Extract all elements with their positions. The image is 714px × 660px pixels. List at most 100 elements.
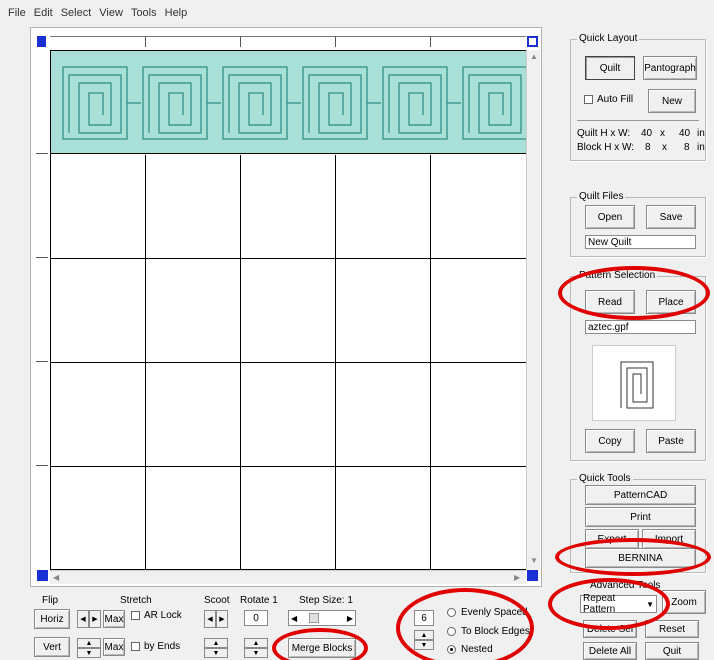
open-button[interactable]: Open xyxy=(585,205,635,229)
delete-sel-button[interactable]: Delete Sel xyxy=(583,620,637,638)
grid-block[interactable] xyxy=(146,467,241,569)
menu-tools[interactable]: Tools xyxy=(127,7,161,19)
import-button[interactable]: Import xyxy=(642,529,696,549)
scroll-down-icon[interactable]: ▼ xyxy=(530,556,538,565)
flip-vert-button[interactable]: Vert xyxy=(34,637,70,657)
scoot-right-icon[interactable]: ▶ xyxy=(216,610,228,628)
grid-block[interactable] xyxy=(51,467,146,569)
grid-block[interactable] xyxy=(431,259,526,363)
grid-block[interactable] xyxy=(51,259,146,363)
ruler-marker-bottom-left[interactable] xyxy=(37,570,48,581)
grid-block[interactable] xyxy=(336,467,431,569)
autofill-checkbox[interactable] xyxy=(584,95,593,104)
new-button[interactable]: New xyxy=(648,89,696,113)
rotate-up-icon[interactable]: ▲ xyxy=(244,638,268,648)
ruler-marker-bottom-right[interactable] xyxy=(527,570,538,581)
merge-blocks-button[interactable]: Merge Blocks xyxy=(288,638,356,658)
print-button[interactable]: Print xyxy=(585,507,696,527)
scoot-label: Scoot xyxy=(204,595,230,606)
ruler-tick xyxy=(335,37,336,47)
to-block-edges-label: To Block Edges xyxy=(461,626,530,637)
stretch-max-h-button[interactable]: Max xyxy=(103,610,125,628)
repeat-pattern-dropdown[interactable]: Repeat Pattern ▼ xyxy=(580,593,657,615)
stretch-right-icon[interactable]: ▶ xyxy=(89,610,101,628)
reset-button[interactable]: Reset xyxy=(645,620,699,638)
grid-block[interactable] xyxy=(146,259,241,363)
block-hw-label: Block H x W: xyxy=(577,142,635,153)
step-size-slider[interactable]: ◀ ▶ xyxy=(288,610,356,626)
grid-block[interactable] xyxy=(146,155,241,259)
save-button[interactable]: Save xyxy=(646,205,696,229)
quilt-grid[interactable] xyxy=(50,50,542,570)
scoot-down-icon[interactable]: ▼ xyxy=(204,648,228,658)
grid-block[interactable] xyxy=(241,467,336,569)
place-button[interactable]: Place xyxy=(646,290,696,314)
menu-file[interactable]: File xyxy=(4,7,30,19)
slider-thumb[interactable] xyxy=(309,613,319,623)
block-w-value: 8 xyxy=(684,142,690,153)
delete-all-button[interactable]: Delete All xyxy=(583,642,637,660)
count-value-field[interactable]: 6 xyxy=(414,610,434,626)
grid-block[interactable] xyxy=(431,363,526,467)
slider-right-icon[interactable]: ▶ xyxy=(347,614,353,623)
copy-button[interactable]: Copy xyxy=(585,429,635,453)
menu-edit[interactable]: Edit xyxy=(30,7,57,19)
patterncad-button[interactable]: PatternCAD xyxy=(585,485,696,505)
block-x-sep: x xyxy=(662,142,667,153)
count-up-icon[interactable]: ▲ xyxy=(414,630,434,640)
stretch-down-icon[interactable]: ▼ xyxy=(77,648,101,658)
quilt-x-sep: x xyxy=(660,128,665,139)
evenly-spaced-radio[interactable] xyxy=(447,608,456,617)
rotate-label: Rotate 1 xyxy=(240,595,278,606)
read-button[interactable]: Read xyxy=(585,290,635,314)
count-down-icon[interactable]: ▼ xyxy=(414,640,434,650)
grid-block[interactable] xyxy=(51,155,146,259)
autofill-label: Auto Fill xyxy=(597,94,634,105)
pattern-filename-field[interactable]: aztec.gpf xyxy=(585,320,696,334)
grid-block[interactable] xyxy=(336,363,431,467)
scroll-right-icon[interactable]: ▶ xyxy=(514,573,520,582)
grid-block[interactable] xyxy=(241,155,336,259)
zoom-button[interactable]: Zoom xyxy=(662,590,706,614)
quilt-button[interactable]: Quilt xyxy=(585,56,635,80)
quilt-filename-field[interactable]: New Quilt xyxy=(585,235,696,249)
ar-lock-checkbox[interactable] xyxy=(131,611,140,620)
menu-select[interactable]: Select xyxy=(57,7,96,19)
pattern-border-row[interactable] xyxy=(51,51,542,154)
quilt-hw-label: Quilt H x W: xyxy=(577,128,631,139)
to-block-edges-radio[interactable] xyxy=(447,627,456,636)
grid-block[interactable] xyxy=(336,259,431,363)
slider-left-icon[interactable]: ◀ xyxy=(291,614,297,623)
quit-button[interactable]: Quit xyxy=(645,642,699,660)
rotate-value-field[interactable]: 0 xyxy=(244,610,268,626)
flip-horiz-button[interactable]: Horiz xyxy=(34,609,70,629)
scoot-left-icon[interactable]: ◀ xyxy=(204,610,216,628)
menu-view[interactable]: View xyxy=(95,7,127,19)
scoot-up-icon[interactable]: ▲ xyxy=(204,638,228,648)
stretch-left-icon[interactable]: ◀ xyxy=(77,610,89,628)
vertical-scrollbar[interactable]: ▲ ▼ xyxy=(526,50,540,570)
ruler-marker-top-left[interactable] xyxy=(37,36,46,47)
menu-help[interactable]: Help xyxy=(161,7,192,19)
grid-block[interactable] xyxy=(431,155,526,259)
scroll-up-icon[interactable]: ▲ xyxy=(530,52,538,61)
paste-button[interactable]: Paste xyxy=(646,429,696,453)
grid-block[interactable] xyxy=(336,155,431,259)
horizontal-scrollbar[interactable]: ◀ ▶ xyxy=(50,570,526,584)
by-ends-checkbox[interactable] xyxy=(131,642,140,651)
by-ends-label: by Ends xyxy=(144,641,181,652)
ruler-marker-top-right[interactable] xyxy=(527,36,538,47)
bernina-button[interactable]: BERNINA xyxy=(585,548,696,568)
grid-block[interactable] xyxy=(241,363,336,467)
nested-radio[interactable] xyxy=(447,645,456,654)
rotate-down-icon[interactable]: ▼ xyxy=(244,648,268,658)
stretch-up-icon[interactable]: ▲ xyxy=(77,638,101,648)
grid-block[interactable] xyxy=(51,363,146,467)
grid-block[interactable] xyxy=(146,363,241,467)
grid-block[interactable] xyxy=(241,259,336,363)
stretch-max-v-button[interactable]: Max xyxy=(103,638,125,656)
pantograph-button[interactable]: Pantograph xyxy=(643,56,697,80)
scroll-left-icon[interactable]: ◀ xyxy=(53,573,59,582)
export-button[interactable]: Export xyxy=(585,529,639,549)
grid-block[interactable] xyxy=(431,467,526,569)
